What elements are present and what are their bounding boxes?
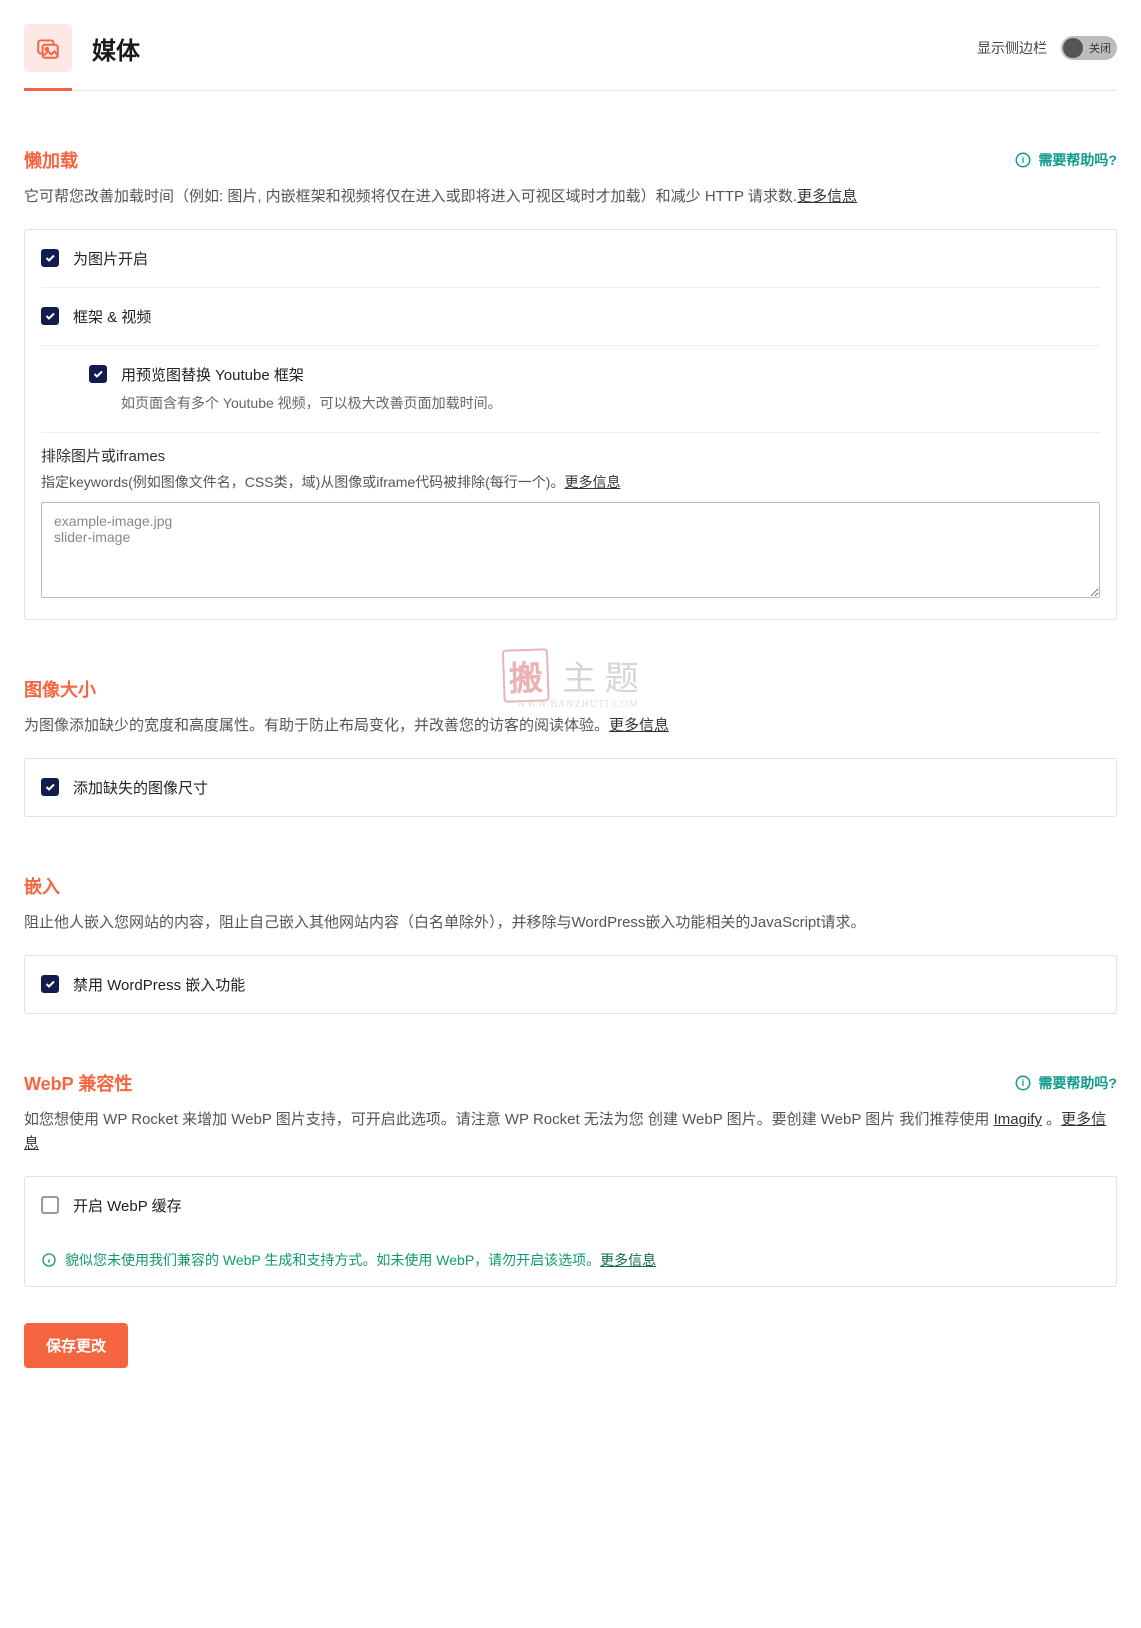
section-title-webp: WebP 兼容性 — [24, 1070, 132, 1096]
option-youtube-preview: 用预览图替换 Youtube 框架 如页面含有多个 Youtube 视频，可以极… — [41, 346, 1100, 433]
section-lazyload: 懒加载 i 需要帮助吗? 它可帮您改善加载时间（例如: 图片, 内嵌框架和视频将… — [24, 147, 1117, 620]
save-button[interactable]: 保存更改 — [24, 1323, 128, 1368]
help-icon: i — [1014, 1074, 1032, 1092]
option-enable-frames: 框架 & 视频 — [41, 288, 1100, 346]
check-icon — [44, 781, 56, 793]
page-title: 媒体 — [92, 31, 140, 66]
media-icon — [24, 24, 72, 72]
checkbox-add-dimensions[interactable] — [41, 778, 59, 796]
panel-lazyload: 为图片开启 框架 & 视频 用预览图替换 Youtube 框架 如页面含有多个 … — [24, 229, 1117, 620]
help-link-webp[interactable]: i 需要帮助吗? — [1014, 1073, 1117, 1093]
label-youtube-preview: 用预览图替换 Youtube 框架 — [121, 364, 1100, 385]
exclude-title: 排除图片或iframes — [41, 445, 1100, 466]
label-enable-frames: 框架 & 视频 — [73, 306, 1100, 327]
help-icon: i — [1014, 151, 1032, 169]
show-sidebar-toggle[interactable]: 关闭 — [1061, 36, 1117, 60]
section-title-embed: 嵌入 — [24, 873, 60, 899]
more-info-lazyload[interactable]: 更多信息 — [797, 188, 857, 205]
checkbox-enable-images[interactable] — [41, 249, 59, 267]
section-title-image-size: 图像大小 — [24, 676, 96, 702]
check-icon — [92, 368, 104, 380]
svg-text:i: i — [1022, 155, 1025, 165]
show-sidebar-label: 显示侧边栏 — [977, 38, 1047, 58]
exclude-block: 排除图片或iframes 指定keywords(例如图像文件名，CSS类，域)从… — [25, 433, 1116, 619]
option-enable-images: 为图片开启 — [41, 230, 1100, 288]
section-desc-lazyload: 它可帮您改善加载时间（例如: 图片, 内嵌框架和视频将仅在进入或即将进入可视区域… — [24, 185, 1117, 209]
panel-embed: 禁用 WordPress 嵌入功能 — [24, 955, 1117, 1014]
svg-text:i: i — [1022, 1078, 1025, 1088]
label-add-dimensions: 添加缺失的图像尺寸 — [73, 777, 1100, 798]
section-webp: WebP 兼容性 i 需要帮助吗? 如您想使用 WP Rocket 来增加 We… — [24, 1070, 1117, 1287]
panel-webp: 开启 WebP 缓存 貌似您未使用我们兼容的 WebP 生成和支持方式。如未使用… — [24, 1176, 1117, 1287]
sub-youtube-preview: 如页面含有多个 Youtube 视频，可以极大改善页面加载时间。 — [121, 393, 1100, 414]
section-image-size: 图像大小 为图像添加缺少的宽度和高度属性。有助于防止布局变化，并改善您的访客的阅… — [24, 676, 1117, 817]
section-embed: 嵌入 阻止他人嵌入您网站的内容，阻止自己嵌入其他网站内容（白名单除外），并移除与… — [24, 873, 1117, 1014]
option-disable-embed: 禁用 WordPress 嵌入功能 — [25, 956, 1116, 1013]
check-icon — [44, 978, 56, 990]
exclude-textarea[interactable] — [41, 502, 1100, 598]
info-icon — [41, 1252, 57, 1268]
toggle-off-text: 关闭 — [1089, 40, 1111, 56]
checkbox-youtube-preview[interactable] — [89, 365, 107, 383]
option-add-dimensions: 添加缺失的图像尺寸 — [25, 759, 1116, 816]
more-info-image-size[interactable]: 更多信息 — [609, 717, 669, 734]
checkbox-disable-embed[interactable] — [41, 975, 59, 993]
exclude-desc: 指定keywords(例如图像文件名，CSS类，域)从图像或iframe代码被排… — [41, 472, 1100, 492]
more-info-exclude[interactable]: 更多信息 — [564, 474, 620, 490]
check-icon — [44, 252, 56, 264]
page-header: 媒体 显示侧边栏 关闭 — [24, 24, 1117, 91]
toggle-knob — [1063, 38, 1083, 58]
panel-image-size: 添加缺失的图像尺寸 — [24, 758, 1117, 817]
check-icon — [44, 310, 56, 322]
imagify-link[interactable]: Imagify — [994, 1111, 1042, 1128]
label-disable-embed: 禁用 WordPress 嵌入功能 — [73, 974, 1100, 995]
more-info-webp-notice[interactable]: 更多信息 — [600, 1252, 656, 1268]
help-link-lazyload[interactable]: i 需要帮助吗? — [1014, 150, 1117, 170]
section-desc-image-size: 为图像添加缺少的宽度和高度属性。有助于防止布局变化，并改善您的访客的阅读体验。更… — [24, 714, 1117, 738]
label-enable-images: 为图片开启 — [73, 248, 1100, 269]
label-enable-webp: 开启 WebP 缓存 — [73, 1195, 1100, 1216]
checkbox-enable-webp[interactable] — [41, 1196, 59, 1214]
section-title-lazyload: 懒加载 — [24, 147, 78, 173]
section-desc-embed: 阻止他人嵌入您网站的内容，阻止自己嵌入其他网站内容（白名单除外），并移除与Wor… — [24, 911, 1117, 935]
webp-notice: 貌似您未使用我们兼容的 WebP 生成和支持方式。如未使用 WebP，请勿开启该… — [25, 1234, 1116, 1286]
section-desc-webp: 如您想使用 WP Rocket 来增加 WebP 图片支持，可开启此选项。请注意… — [24, 1108, 1117, 1156]
checkbox-enable-frames[interactable] — [41, 307, 59, 325]
option-enable-webp: 开启 WebP 缓存 — [25, 1177, 1116, 1234]
